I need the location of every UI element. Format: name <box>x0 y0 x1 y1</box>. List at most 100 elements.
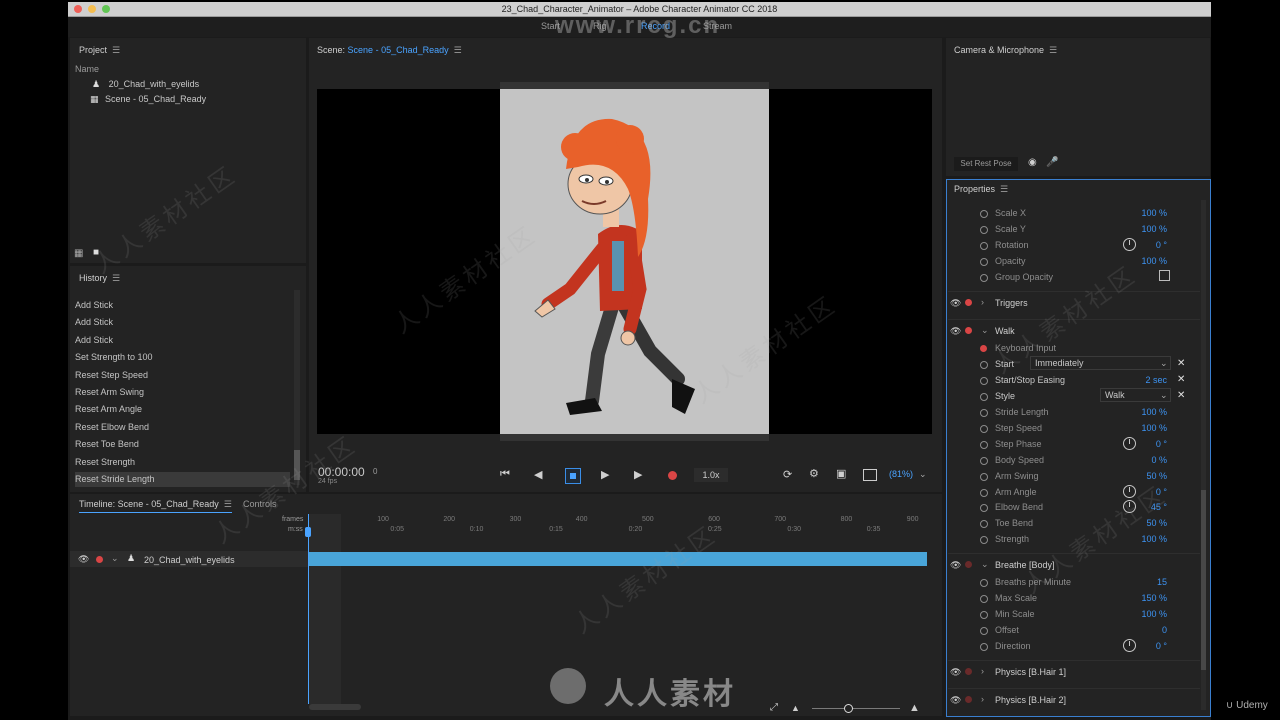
param-value[interactable]: 0 % <box>1151 455 1167 465</box>
property-row[interactable]: Breaths per Minute 15 <box>948 575 1200 591</box>
angle-dial-icon[interactable] <box>1123 436 1136 450</box>
param-arm-icon[interactable] <box>980 536 988 545</box>
param-value[interactable]: 0 ° <box>1156 240 1167 250</box>
history-item[interactable]: Reset Elbow Bend <box>75 420 290 435</box>
param-arm-icon[interactable] <box>980 210 988 218</box>
properties-scrollbar[interactable] <box>1201 200 1206 710</box>
scrollbar-thumb[interactable] <box>1201 490 1206 670</box>
param-arm-icon[interactable] <box>980 456 988 465</box>
param-arm-icon[interactable] <box>980 610 988 619</box>
param-arm-icon[interactable] <box>980 257 988 266</box>
property-row[interactable]: Max Scale 150 % <box>948 591 1200 607</box>
history-item[interactable]: Reset Toe Bend <box>75 437 290 452</box>
param-arm-icon[interactable] <box>980 361 988 369</box>
property-row[interactable]: Scale Y 100 % <box>948 222 1200 238</box>
property-row[interactable]: Group Opacity <box>948 269 1200 286</box>
property-row[interactable]: Arm Swing 50 % <box>948 469 1200 485</box>
playhead-line[interactable] <box>308 514 309 704</box>
param-arm-icon[interactable] <box>980 424 988 433</box>
arm-record-icon[interactable] <box>96 556 103 563</box>
param-value[interactable]: 100 % <box>1141 407 1167 417</box>
zoom-in-icon[interactable]: ▲ <box>909 702 920 714</box>
go-to-start-icon[interactable]: ⏮ <box>500 468 510 481</box>
arm-record-icon[interactable] <box>965 696 972 703</box>
menu-icon[interactable]: ☰ <box>454 45 462 55</box>
menu-icon[interactable]: ☰ <box>1049 45 1057 55</box>
zoom-out-icon[interactable]: ▲ <box>791 703 800 713</box>
timeline-tab[interactable]: Timeline: Scene - 05_Chad_Ready ☰ <box>79 499 232 513</box>
properties-header[interactable]: Properties ☰ <box>954 184 1008 195</box>
param-value[interactable]: 100 % <box>1141 224 1167 234</box>
property-row[interactable]: Rotation 0 ° <box>948 237 1200 254</box>
param-arm-icon[interactable] <box>980 472 988 481</box>
param-arm-icon[interactable] <box>980 579 988 587</box>
property-row[interactable]: Scale X 100 % <box>948 206 1200 222</box>
angle-dial-icon[interactable] <box>1123 638 1136 652</box>
zoom-slider-thumb[interactable] <box>844 704 853 713</box>
chevron-right-icon[interactable]: › <box>981 694 984 704</box>
eye-icon[interactable]: 👁 <box>950 667 961 678</box>
chevron-down-icon[interactable]: ⌄ <box>981 559 989 570</box>
behavior-physics-hair1[interactable]: 👁 › Physics [B.Hair 1] <box>948 660 1200 683</box>
param-arm-icon[interactable] <box>980 504 988 513</box>
chevron-down-icon[interactable]: ⌄ <box>111 553 119 564</box>
param-value[interactable]: 100 % <box>1141 208 1167 218</box>
param-arm-icon[interactable] <box>980 225 988 234</box>
param-arm-icon[interactable] <box>980 241 988 250</box>
new-scene-icon[interactable]: ▦ <box>74 248 83 259</box>
arm-record-icon[interactable] <box>965 561 972 568</box>
param-arm-icon[interactable] <box>980 626 988 635</box>
menu-icon[interactable]: ☰ <box>112 273 120 283</box>
chevron-right-icon[interactable]: › <box>981 666 984 676</box>
property-row[interactable]: Step Speed 100 % <box>948 421 1200 437</box>
param-value[interactable]: 0 ° <box>1156 439 1167 449</box>
expand-icon[interactable]: ⤢ <box>770 702 778 713</box>
property-row[interactable]: Min Scale 100 % <box>948 607 1200 623</box>
property-row[interactable]: Direction 0 ° <box>948 638 1200 655</box>
param-value[interactable]: 100 % <box>1141 534 1167 544</box>
chevron-down-icon[interactable]: ⌄ <box>981 325 989 336</box>
group-opacity-checkbox[interactable] <box>1159 269 1170 281</box>
param-value[interactable]: 2 sec <box>1145 375 1167 385</box>
menu-icon[interactable]: ☰ <box>112 45 120 55</box>
walk-style[interactable]: Style Walk ⌄ ✕ <box>948 388 1200 405</box>
eye-icon[interactable]: 👁 <box>950 298 961 309</box>
clear-icon[interactable]: ✕ <box>1177 358 1185 369</box>
chevron-right-icon[interactable]: › <box>981 297 984 307</box>
param-value[interactable]: 0 <box>1162 625 1167 635</box>
loop-icon[interactable]: ⟳ <box>783 468 792 481</box>
property-row[interactable]: Step Phase 0 ° <box>948 436 1200 453</box>
project-item-puppet[interactable]: ♟ 20_Chad_with_eyelids <box>92 79 199 90</box>
set-rest-pose-button[interactable]: Set Rest Pose <box>954 157 1018 171</box>
history-item[interactable]: Add Stick <box>75 298 290 313</box>
history-item[interactable]: Reset Arm Swing <box>75 385 290 400</box>
camera-header[interactable]: Camera & Microphone ☰ <box>954 45 1057 56</box>
property-row[interactable]: Opacity 100 % <box>948 254 1200 270</box>
property-row[interactable]: Stride Length 100 % <box>948 405 1200 421</box>
stage-icon[interactable]: ⚙ <box>809 467 819 480</box>
walk-start-stop-easing[interactable]: Start/Stop Easing 2 sec ✕ <box>948 373 1200 389</box>
param-arm-icon[interactable] <box>980 440 988 449</box>
history-header[interactable]: History ☰ <box>79 273 120 284</box>
project-header[interactable]: Project ☰ <box>79 45 120 56</box>
history-item[interactable]: Add Stick <box>75 315 290 330</box>
monitor-icon[interactable]: ▣ <box>836 467 846 480</box>
history-item[interactable]: Add Stick <box>75 333 290 348</box>
camera-toggle-icon[interactable]: ◉ <box>1028 157 1037 168</box>
param-arm-icon[interactable] <box>980 377 988 385</box>
behavior-physics-hair2[interactable]: 👁 › Physics [B.Hair 2] <box>948 688 1200 711</box>
record-button[interactable] <box>668 471 677 480</box>
eye-icon[interactable]: 👁 <box>950 560 961 571</box>
scene-title-name[interactable]: Scene - 05_Chad_Ready <box>348 45 449 55</box>
eye-icon[interactable]: 👁 <box>78 554 89 565</box>
param-arm-icon[interactable] <box>980 594 988 603</box>
angle-dial-icon[interactable] <box>1123 237 1136 251</box>
walk-keyboard-input[interactable]: Keyboard Input <box>948 341 1200 357</box>
history-item[interactable]: Reset Step Speed <box>75 368 290 383</box>
step-back-icon[interactable]: ◀ <box>534 468 542 481</box>
param-value[interactable]: 100 % <box>1141 256 1167 266</box>
param-arm-icon[interactable] <box>980 393 988 401</box>
step-forward-icon[interactable]: ▶ <box>634 468 642 481</box>
microphone-icon[interactable]: 🎤 <box>1046 157 1058 168</box>
track-header[interactable]: 👁 ⌄ ♟ 20_Chad_with_eyelids <box>70 551 308 567</box>
